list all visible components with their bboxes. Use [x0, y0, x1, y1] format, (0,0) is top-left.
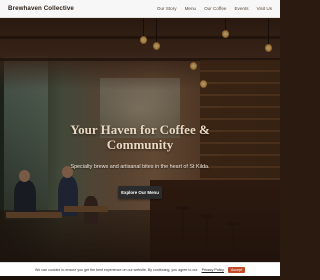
- explore-menu-button[interactable]: Explore Our Menu: [118, 186, 162, 199]
- hero-title-line2: Community: [106, 137, 174, 152]
- hero-subtitle: Specialty brews and artisanal bites in t…: [70, 164, 210, 170]
- nav-links: Our Story Menu Our Coffee Events Visit U…: [157, 6, 272, 11]
- cookie-text: We use cookies to ensure you get the bes…: [35, 267, 198, 272]
- hero-title-line1: Your Haven for Coffee &: [70, 122, 210, 137]
- nav-link-menu[interactable]: Menu: [185, 6, 197, 11]
- nav-link-our-coffee[interactable]: Our Coffee: [204, 6, 226, 11]
- brand-name[interactable]: Brewhaven Collective: [8, 5, 74, 12]
- hero-title: Your Haven for Coffee & Community: [0, 122, 280, 152]
- nav-link-events[interactable]: Events: [234, 6, 248, 11]
- nav-link-our-story[interactable]: Our Story: [157, 6, 177, 11]
- cookie-accept-button[interactable]: Accept: [227, 266, 245, 273]
- top-navigation: Brewhaven Collective Our Story Menu Our …: [0, 0, 280, 18]
- privacy-policy-link[interactable]: Privacy Policy: [202, 268, 224, 272]
- nav-link-visit-us[interactable]: Visit Us: [257, 6, 273, 11]
- cookie-banner: We use cookies to ensure you get the bes…: [0, 262, 280, 276]
